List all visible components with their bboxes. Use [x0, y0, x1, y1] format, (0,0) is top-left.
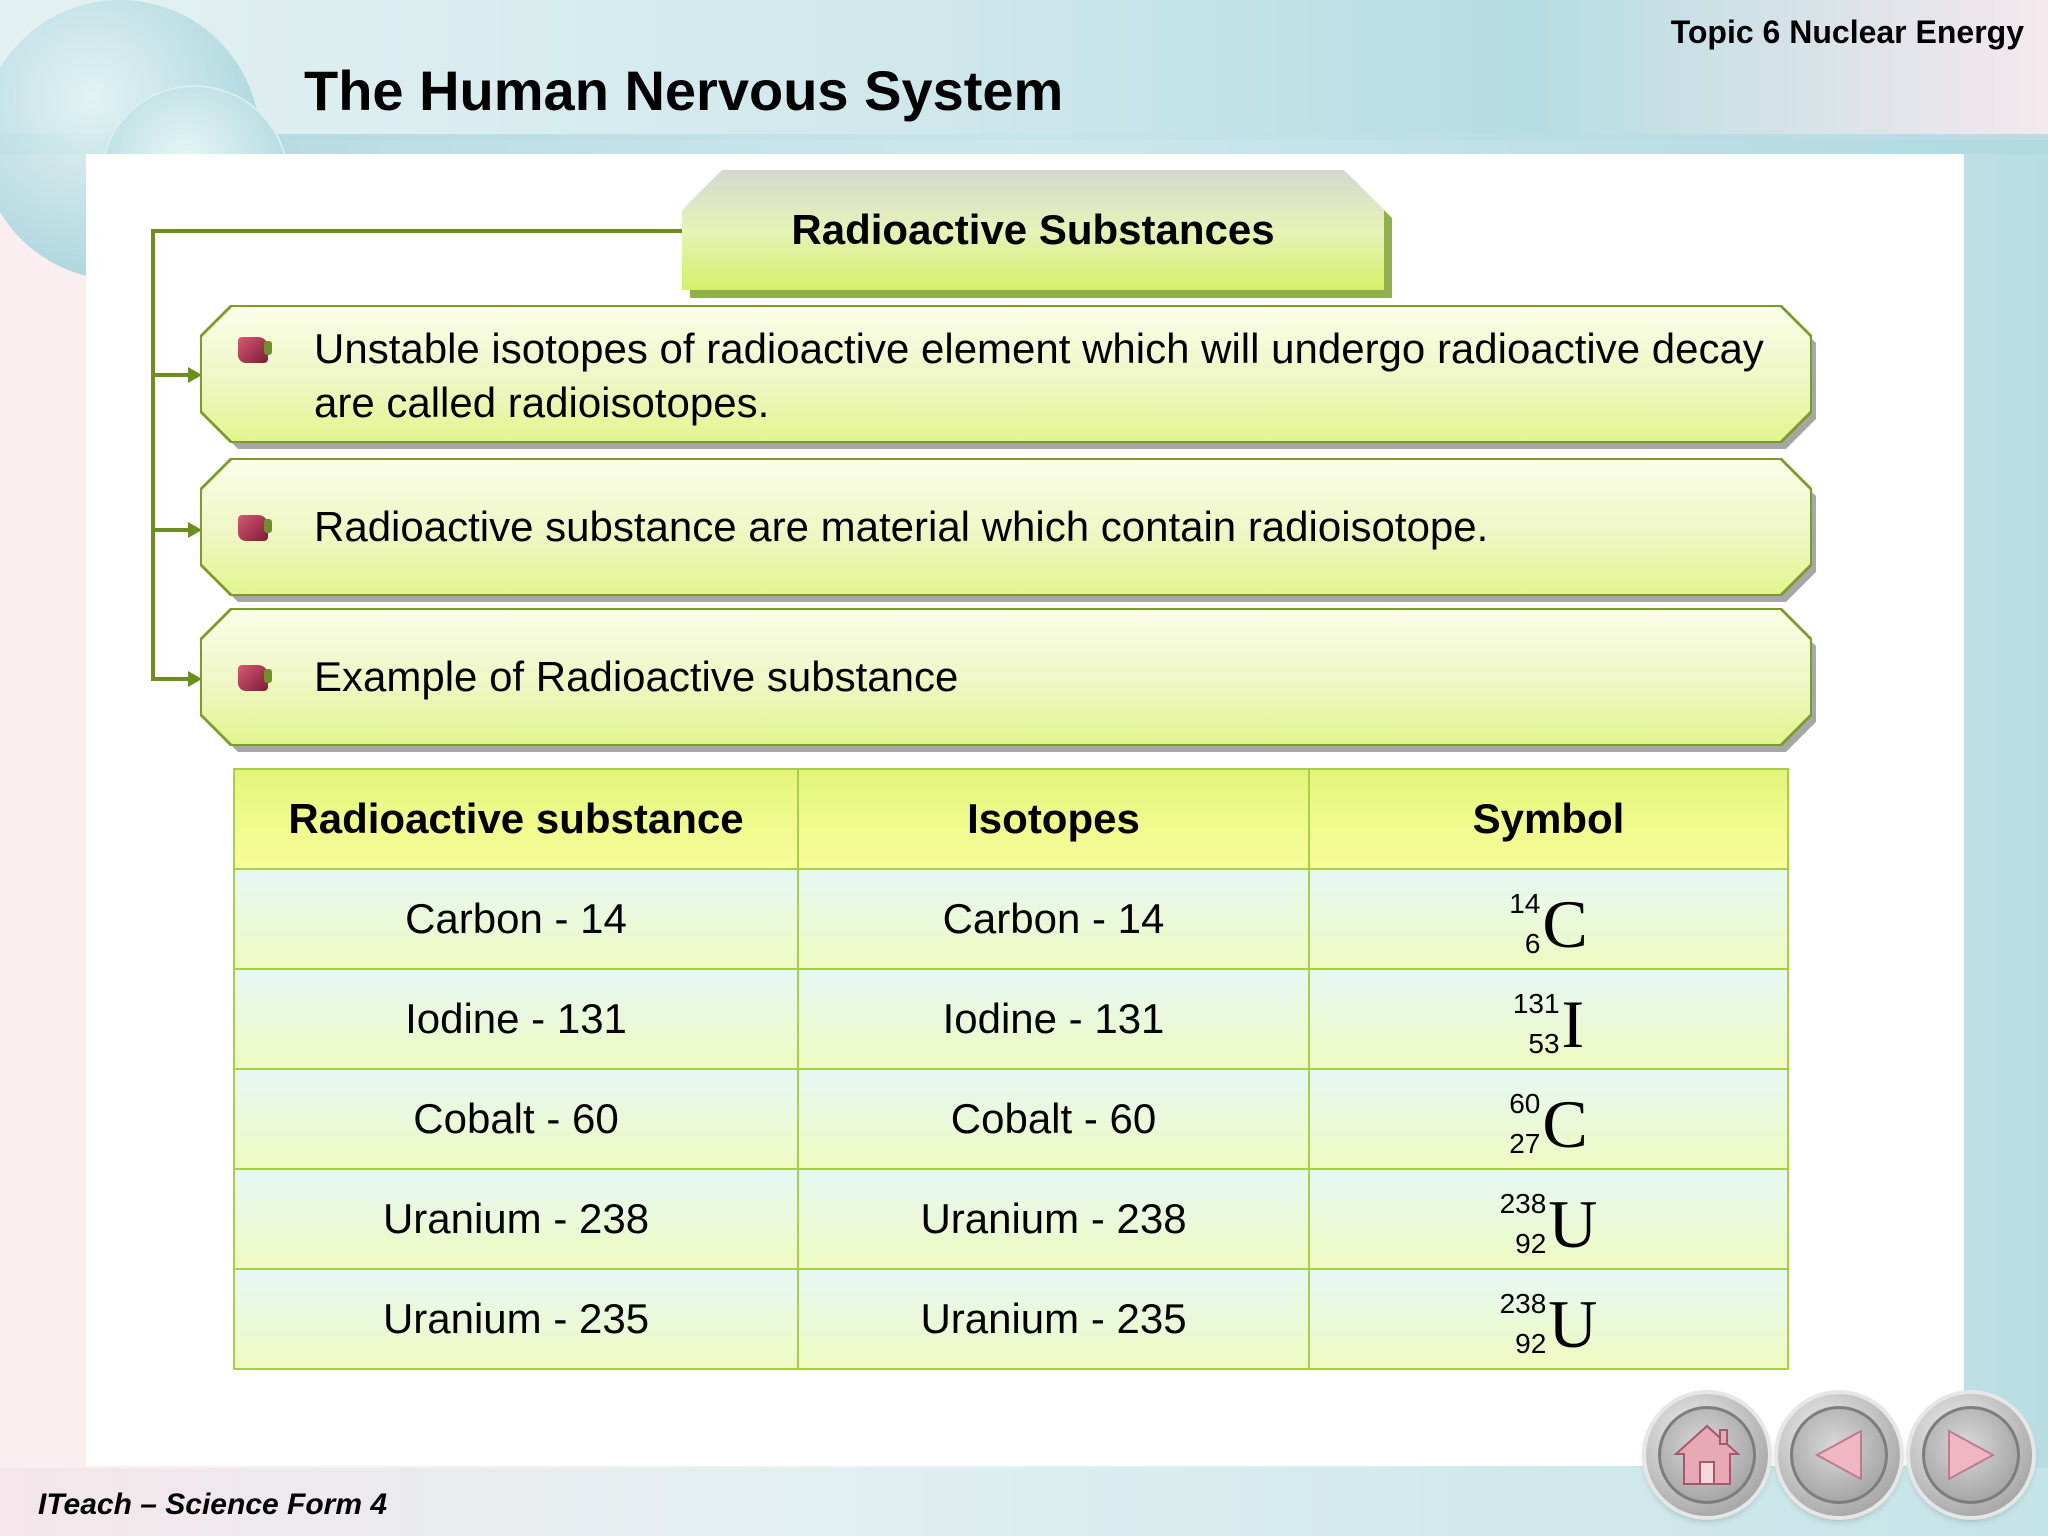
mass-number: 238 [1499, 1187, 1547, 1219]
nuclide-numbers: 131 53 [1513, 984, 1560, 1064]
bullet-icon [238, 515, 268, 541]
mass-number: 131 [1512, 987, 1560, 1019]
next-button-face [1922, 1406, 2020, 1504]
home-icon [1673, 1424, 1741, 1485]
atomic-number: 92 [1515, 1227, 1547, 1259]
nuclide-numbers: 238 92 [1500, 1284, 1547, 1364]
footer-text: ITeach – Science Form 4 [38, 1488, 388, 1521]
home-button-face [1658, 1406, 1756, 1504]
previous-arrow-icon [1814, 1429, 1862, 1481]
connector-branch-3 [151, 677, 191, 681]
atomic-number: 92 [1515, 1327, 1547, 1359]
table-row: Iodine - 131 Iodine - 131 131 53 I [233, 968, 1789, 1070]
table-row: Carbon - 14 Carbon - 14 14 6 C [233, 868, 1789, 970]
heading-label: Radioactive Substances [791, 206, 1275, 253]
arrow-head-3 [188, 671, 202, 687]
mass-number: 60 [1509, 1087, 1541, 1119]
substance-cell: Carbon - 14 [233, 868, 799, 970]
page-title: The Human Nervous System [304, 59, 1064, 122]
bullet-icon [238, 665, 268, 691]
mass-number: 238 [1499, 1287, 1547, 1319]
connector-vertical [151, 229, 155, 680]
element-symbol: I [1561, 985, 1585, 1062]
bullet-text: Example of Radioactive substance [314, 653, 959, 700]
nuclide-notation: 60 27 C [1509, 1084, 1588, 1164]
bullet-text: Radioactive substance are material which… [314, 503, 1489, 550]
isotope-cell: Carbon - 14 [797, 868, 1310, 970]
nuclide-notation: 14 6 C [1509, 884, 1588, 964]
symbol-cell: 60 27 C [1308, 1068, 1789, 1170]
column-header: Radioactive substance [233, 768, 799, 870]
arrow-head-2 [188, 522, 202, 538]
connector-horizontal-top [151, 229, 683, 233]
table-row: Cobalt - 60 Cobalt - 60 60 27 C [233, 1068, 1789, 1170]
heading-box: Radioactive Substances [682, 170, 1384, 290]
arrow-head-1 [188, 367, 202, 383]
symbol-cell: 238 92 U [1308, 1268, 1789, 1370]
table-header-row: Radioactive substance Isotopes Symbol [233, 768, 1789, 870]
element-symbol: U [1548, 1185, 1598, 1262]
bullet-box: Radioactive substance are material which… [202, 460, 1810, 594]
nuclide-notation: 131 53 I [1513, 984, 1584, 1064]
connector-branch-1 [151, 373, 191, 377]
next-arrow-icon [1948, 1429, 1996, 1481]
symbol-cell: 131 53 I [1308, 968, 1789, 1070]
next-button[interactable] [1910, 1394, 2032, 1516]
element-symbol: U [1548, 1285, 1598, 1362]
connector-branch-2 [151, 528, 191, 532]
header-stripe [0, 134, 2048, 154]
substance-cell: Uranium - 235 [233, 1268, 799, 1370]
symbol-cell: 14 6 C [1308, 868, 1789, 970]
home-button[interactable] [1646, 1394, 1768, 1516]
bullet-box: Example of Radioactive substance [202, 610, 1810, 744]
column-header: Symbol [1308, 768, 1789, 870]
atomic-number: 6 [1524, 927, 1541, 959]
symbol-cell: 238 92 U [1308, 1168, 1789, 1270]
atomic-number: 53 [1528, 1027, 1560, 1059]
element-symbol: C [1542, 1085, 1588, 1162]
atomic-number: 27 [1509, 1127, 1541, 1159]
bullet-icon [238, 337, 268, 363]
table-row: Uranium - 238 Uranium - 238 238 92 U [233, 1168, 1789, 1270]
isotope-table: Radioactive substance Isotopes Symbol Ca… [233, 768, 1789, 1370]
previous-button[interactable] [1778, 1394, 1900, 1516]
bullet-text: Unstable isotopes of radioactive element… [314, 325, 1764, 426]
isotope-cell: Cobalt - 60 [797, 1068, 1310, 1170]
nuclide-numbers: 60 27 [1509, 1084, 1540, 1164]
nuclide-numbers: 238 92 [1500, 1184, 1547, 1264]
isotope-cell: Iodine - 131 [797, 968, 1310, 1070]
substance-cell: Iodine - 131 [233, 968, 799, 1070]
isotope-cell: Uranium - 238 [797, 1168, 1310, 1270]
bullet-box: Unstable isotopes of radioactive element… [202, 307, 1810, 441]
substance-cell: Cobalt - 60 [233, 1068, 799, 1170]
isotope-cell: Uranium - 235 [797, 1268, 1310, 1370]
previous-button-face [1790, 1406, 1888, 1504]
mass-number: 14 [1509, 887, 1541, 919]
nuclide-numbers: 14 6 [1509, 884, 1540, 964]
column-header: Isotopes [797, 768, 1310, 870]
table-row: Uranium - 235 Uranium - 235 238 92 U [233, 1268, 1789, 1370]
substance-cell: Uranium - 238 [233, 1168, 799, 1270]
nuclide-notation: 238 92 U [1500, 1184, 1598, 1264]
nuclide-notation: 238 92 U [1500, 1284, 1598, 1364]
topic-label: Topic 6 Nuclear Energy [1670, 14, 2024, 50]
element-symbol: C [1542, 885, 1588, 962]
